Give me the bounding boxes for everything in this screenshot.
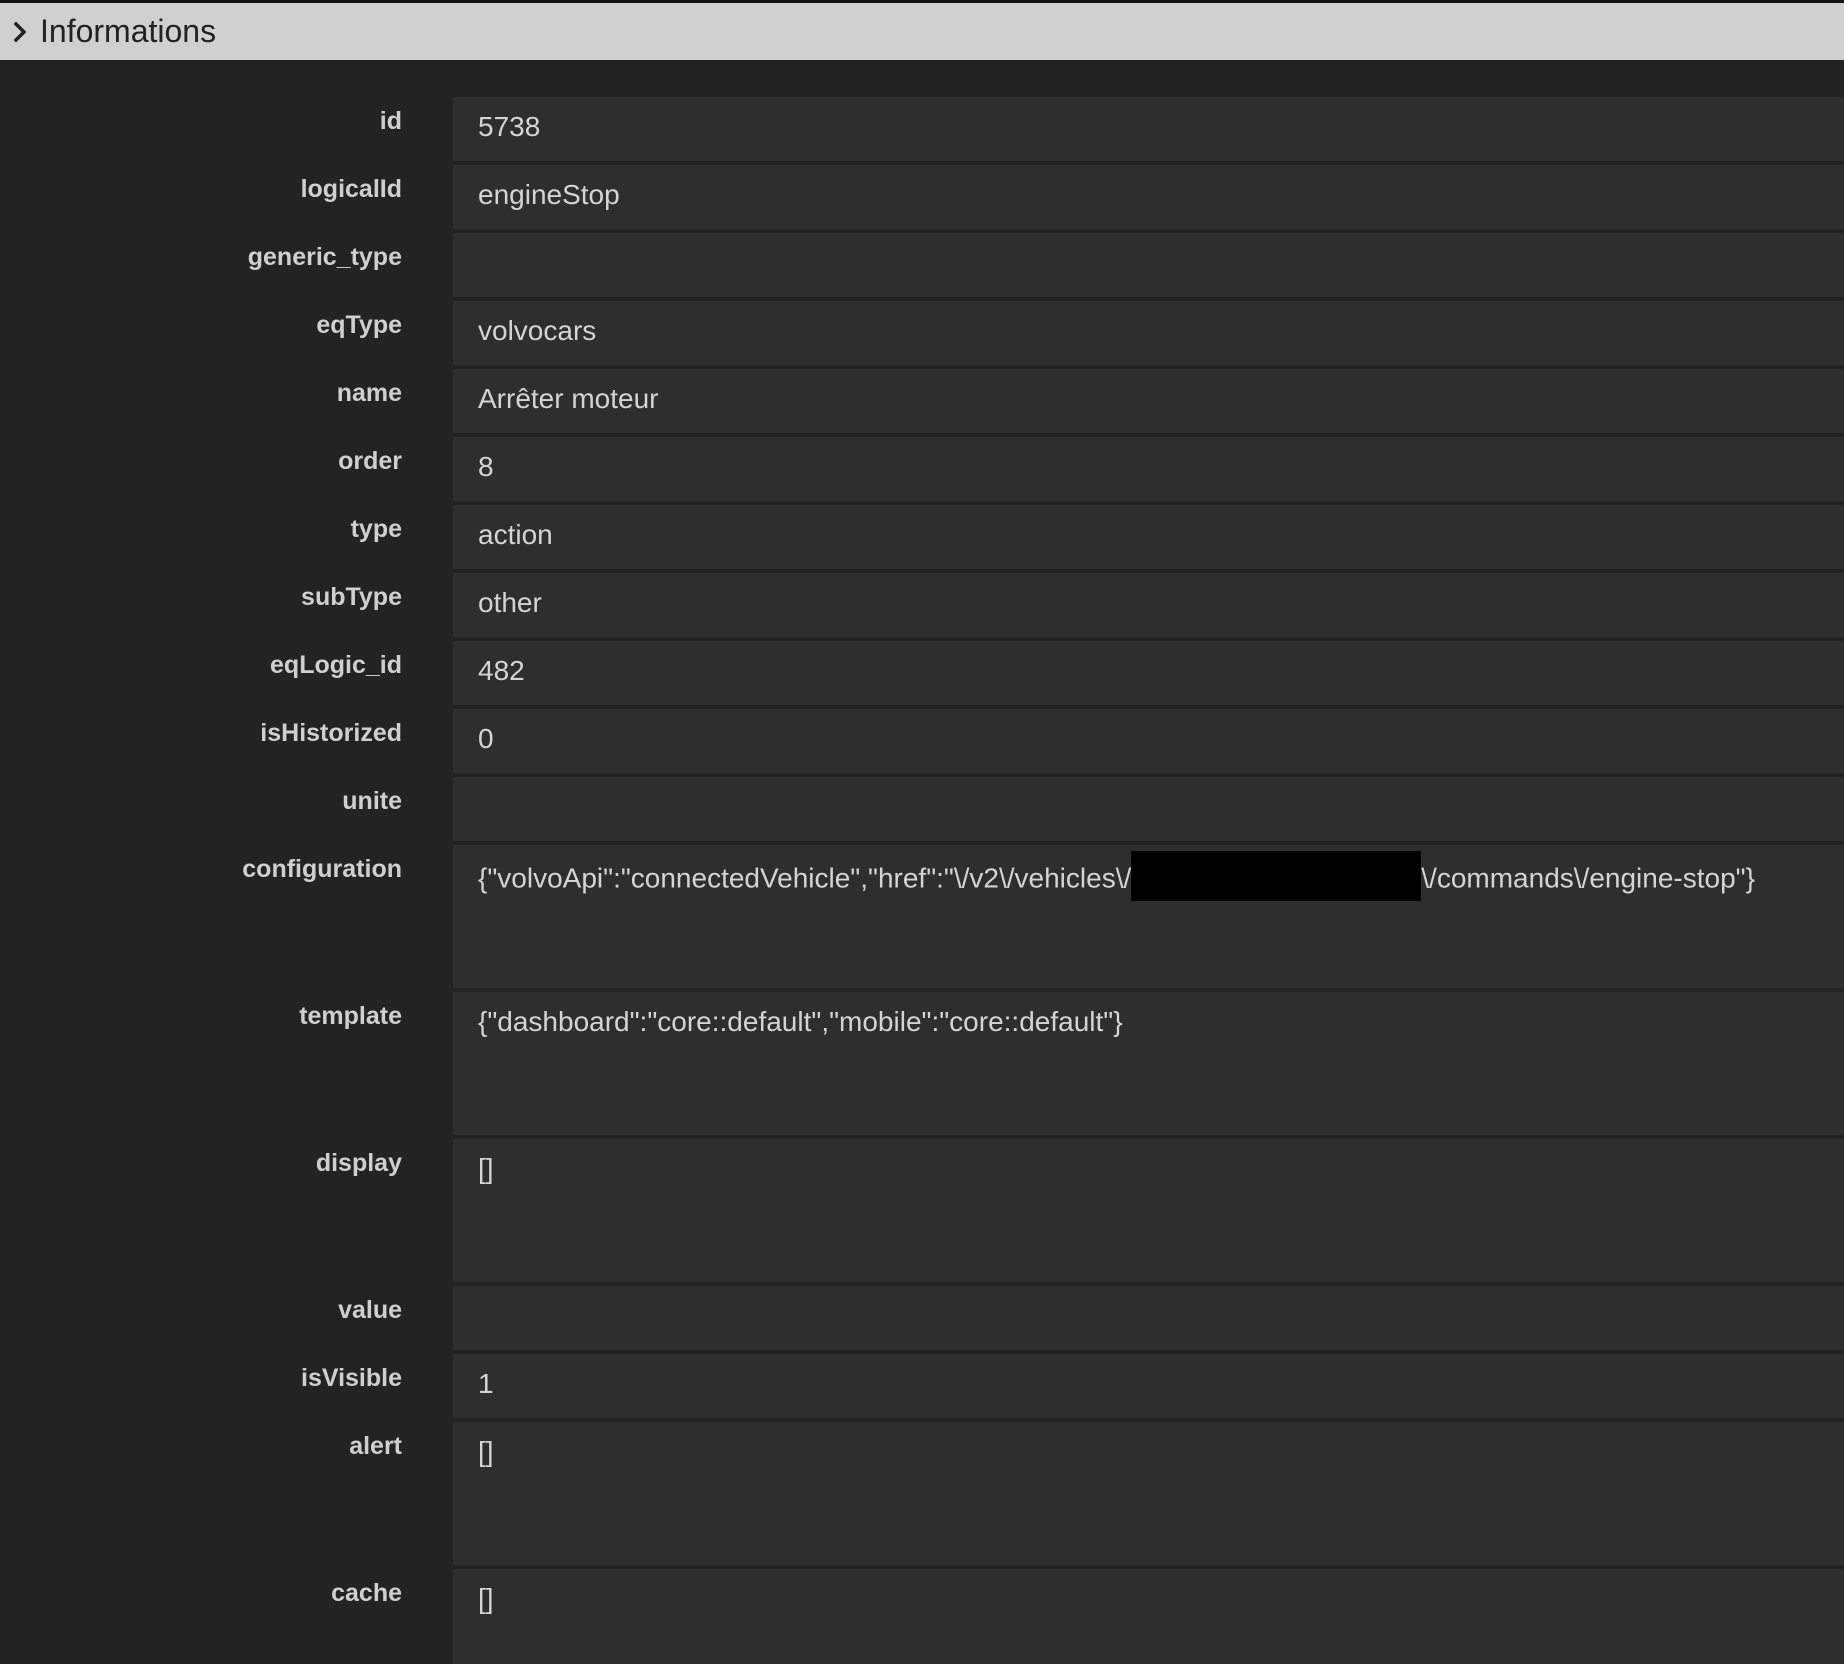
field-isvisible[interactable]: 1 — [453, 1354, 1844, 1418]
label-eqlogic-id: eqLogic_id — [270, 651, 402, 679]
row-template: template {"dashboard":"core::default","m… — [0, 992, 1844, 1135]
panel-title: Informations — [40, 13, 217, 49]
row-subtype: subType other — [0, 573, 1844, 637]
field-eqlogic-id[interactable]: 482 — [453, 641, 1844, 705]
label-type: type — [350, 515, 402, 543]
field-template[interactable]: {"dashboard":"core::default","mobile":"c… — [453, 992, 1844, 1135]
field-ishistorized[interactable]: 0 — [453, 709, 1844, 773]
row-name: name Arrêter moteur — [0, 369, 1844, 433]
row-isvisible: isVisible 1 — [0, 1354, 1844, 1418]
label-id: id — [379, 107, 402, 135]
field-unite[interactable] — [453, 777, 1844, 841]
configuration-text-start: {"volvoApi":"connectedVehicle","href":"\… — [478, 862, 1132, 894]
row-display: display [] — [0, 1139, 1844, 1282]
field-subtype[interactable]: other — [453, 573, 1844, 637]
informations-panel-header[interactable]: Informations — [0, 0, 1844, 60]
label-value: value — [338, 1296, 402, 1324]
field-value[interactable] — [453, 1286, 1844, 1350]
label-display: display — [315, 1149, 402, 1177]
label-eqtype: eqType — [316, 311, 402, 339]
properties-list: id 5738 logicalId engineStop generic_typ… — [0, 60, 1844, 1664]
label-logicalid: logicalId — [300, 175, 402, 203]
field-configuration[interactable]: {"volvoApi":"connectedVehicle","href":"\… — [453, 845, 1844, 988]
row-value: value — [0, 1286, 1844, 1350]
label-generic-type: generic_type — [247, 243, 402, 271]
label-template: template — [299, 1002, 402, 1030]
label-configuration: configuration — [242, 855, 402, 883]
row-generic-type: generic_type — [0, 233, 1844, 297]
row-order: order 8 — [0, 437, 1844, 501]
label-unite: unite — [342, 787, 402, 815]
row-ishistorized: isHistorized 0 — [0, 709, 1844, 773]
row-unite: unite — [0, 777, 1844, 841]
field-alert[interactable]: [] — [453, 1422, 1844, 1565]
field-logicalid[interactable]: engineStop — [453, 165, 1844, 229]
row-type: type action — [0, 505, 1844, 569]
chevron-right-icon[interactable] — [0, 21, 40, 43]
row-eqlogic-id: eqLogic_id 482 — [0, 641, 1844, 705]
field-id[interactable]: 5738 — [453, 97, 1844, 161]
label-cache: cache — [331, 1579, 402, 1607]
label-ishistorized: isHistorized — [260, 719, 402, 747]
field-eqtype[interactable]: volvocars — [453, 301, 1844, 365]
row-id: id 5738 — [0, 97, 1844, 161]
label-isvisible: isVisible — [301, 1364, 402, 1392]
row-eqtype: eqType volvocars — [0, 301, 1844, 365]
field-display[interactable]: [] — [453, 1139, 1844, 1282]
label-name: name — [336, 379, 402, 407]
field-name[interactable]: Arrêter moteur — [453, 369, 1844, 433]
field-cache[interactable]: [] — [453, 1569, 1844, 1664]
label-subtype: subType — [301, 583, 402, 611]
field-order[interactable]: 8 — [453, 437, 1844, 501]
row-logicalid: logicalId engineStop — [0, 165, 1844, 229]
row-cache: cache [] — [0, 1569, 1844, 1664]
label-alert: alert — [349, 1432, 402, 1460]
configuration-text-end: \/commands\/engine-stop"} — [1421, 862, 1755, 894]
row-alert: alert [] — [0, 1422, 1844, 1565]
field-generic-type[interactable] — [453, 233, 1844, 297]
row-configuration: configuration {"volvoApi":"connectedVehi… — [0, 845, 1844, 988]
field-type[interactable]: action — [453, 505, 1844, 569]
label-order: order — [338, 447, 402, 475]
redacted-block — [1131, 851, 1422, 901]
